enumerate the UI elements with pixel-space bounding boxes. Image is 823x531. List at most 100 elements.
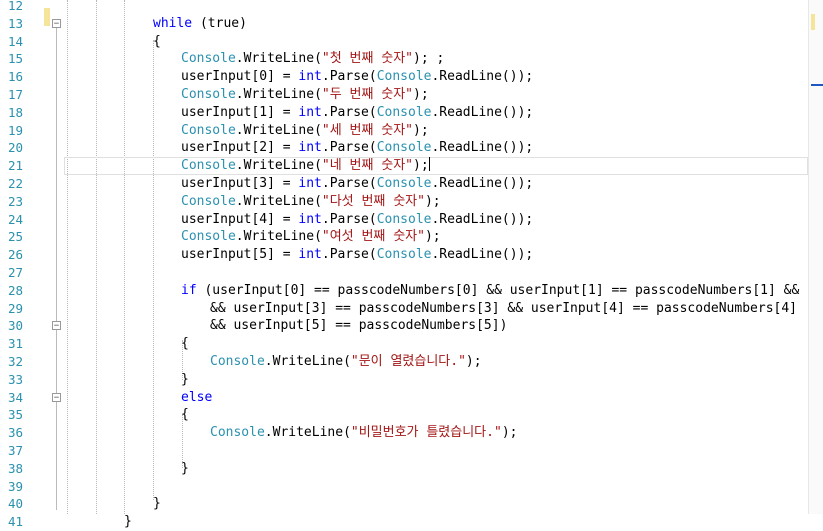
code-token: { bbox=[181, 336, 189, 352]
code-line[interactable]: 36 Console.WriteLine("비밀번호가 틀렸습니다."); bbox=[0, 424, 808, 442]
code-token: ); ; bbox=[413, 51, 445, 67]
type-token: Console bbox=[181, 229, 236, 245]
code-text[interactable]: { bbox=[181, 406, 189, 424]
code-text[interactable]: } bbox=[153, 495, 161, 513]
code-token: .Parse( bbox=[321, 69, 377, 85]
code-text[interactable]: && userInput[5] == passcodeNumbers[5]) bbox=[210, 317, 507, 335]
code-line[interactable]: 28 if (userInput[0] == passcodeNumbers[0]… bbox=[0, 282, 823, 300]
code-line[interactable]: 41} bbox=[0, 513, 808, 531]
code-line[interactable]: 16 userInput[0] = int.Parse(Console.ReadL… bbox=[0, 68, 808, 86]
line-number: 17 bbox=[7, 87, 23, 102]
code-text[interactable]: Console.WriteLine("비밀번호가 틀렸습니다."); bbox=[210, 424, 517, 442]
code-text[interactable]: Console.WriteLine("네 번째 숫자"); bbox=[181, 157, 430, 175]
code-text[interactable]: Console.WriteLine("세 번째 숫자"); bbox=[181, 122, 429, 140]
line-number: 23 bbox=[7, 193, 23, 209]
code-token: .WriteLine( bbox=[264, 425, 351, 441]
code-text[interactable]: { bbox=[153, 33, 161, 51]
collapse-toggle-icon[interactable]: − bbox=[52, 18, 61, 28]
keyword-token: int bbox=[298, 247, 322, 263]
type-token: Console bbox=[181, 193, 236, 209]
line-number: 30 bbox=[7, 318, 23, 334]
code-token: && userInput[5] == passcodeNumbers[5]) bbox=[210, 318, 508, 334]
code-line[interactable]: 21 Console.WriteLine("네 번째 숫자"); bbox=[0, 157, 808, 176]
code-text[interactable]: if (userInput[0] == passcodeNumbers[0] &… bbox=[181, 282, 823, 300]
code-text[interactable]: Console.WriteLine("다섯 번째 숫자"); bbox=[181, 193, 441, 211]
line-number: 15 bbox=[7, 51, 23, 67]
code-line[interactable]: 24 userInput[4] = int.Parse(Console.ReadL… bbox=[0, 211, 808, 229]
code-token: (userInput[0] == passcodeNumbers[0] && u… bbox=[196, 282, 823, 298]
code-text[interactable]: Console.WriteLine("두 번째 숫자"); bbox=[181, 86, 429, 104]
code-editor[interactable]: 12 13− while (true) 14{15 Console.WriteLine(… bbox=[0, 0, 823, 529]
code-line[interactable]: 30 − && userInput[5] == passcodeNumbers[5]… bbox=[0, 317, 808, 335]
code-line[interactable]: 15 Console.WriteLine("첫 번째 숫자"); ; bbox=[0, 50, 808, 68]
code-line[interactable]: 22 userInput[3] = int.Parse(Console.ReadL… bbox=[0, 175, 808, 193]
code-line[interactable]: 14 { bbox=[0, 33, 808, 51]
collapse-toggle-icon[interactable]: − bbox=[52, 392, 61, 402]
code-line[interactable]: 17 Console.WriteLine("두 번째 숫자"); bbox=[0, 86, 808, 104]
string-token: "첫 번째 숫자" bbox=[321, 51, 413, 67]
code-text[interactable]: userInput[1] = int.Parse(Console.ReadLin… bbox=[181, 104, 533, 122]
collapse-toggle-icon[interactable]: − bbox=[52, 321, 61, 331]
type-token: Console bbox=[376, 176, 432, 191]
vertical-scrollbar[interactable] bbox=[808, 0, 823, 514]
code-line[interactable]: 32 Console.WriteLine("문이 열렸습니다."); bbox=[0, 353, 808, 371]
code-text[interactable]: userInput[4] = int.Parse(Console.ReadLin… bbox=[181, 211, 533, 229]
text-caret bbox=[428, 157, 430, 172]
code-line[interactable]: 12 bbox=[0, 0, 808, 15]
line-number: 29 bbox=[7, 300, 23, 316]
line-number: 40 bbox=[7, 496, 23, 512]
code-line[interactable]: 20 userInput[2] = int.Parse(Console.ReadL… bbox=[0, 139, 808, 157]
code-text[interactable]: } bbox=[181, 371, 189, 389]
code-token: ); bbox=[413, 158, 429, 174]
code-token: userInput[4] = bbox=[181, 211, 299, 227]
code-line[interactable]: 31 { bbox=[0, 335, 808, 353]
code-text[interactable]: while (true) bbox=[153, 15, 247, 33]
code-text[interactable]: userInput[3] = int.Parse(Console.ReadLin… bbox=[181, 175, 533, 193]
code-line[interactable]: 33} bbox=[0, 371, 808, 389]
code-line[interactable]: 26 userInput[5] = int.Parse(Console.ReadL… bbox=[0, 246, 808, 264]
string-token: "두 번째 숫자" bbox=[321, 87, 413, 102]
type-token: Console bbox=[181, 122, 236, 138]
code-text[interactable]: } bbox=[181, 460, 189, 478]
code-line[interactable]: 19 Console.WriteLine("세 번째 숫자"); bbox=[0, 122, 808, 140]
code-text[interactable]: userInput[5] = int.Parse(Console.ReadLin… bbox=[181, 246, 533, 264]
code-line[interactable]: 34 − else bbox=[0, 389, 808, 407]
code-line[interactable]: 29 && userInput[3] == passcodeNumbers[3] … bbox=[0, 300, 808, 318]
type-token: Console bbox=[376, 69, 432, 85]
line-number: 37 bbox=[7, 443, 23, 458]
code-token: { bbox=[181, 407, 189, 423]
code-text[interactable]: && userInput[3] == passcodeNumbers[3] &&… bbox=[210, 300, 797, 318]
code-text[interactable]: } bbox=[124, 513, 132, 531]
code-line[interactable]: 23 Console.WriteLine("다섯 번째 숫자"); bbox=[0, 193, 808, 211]
code-token: && userInput[3] == passcodeNumbers[3] &&… bbox=[210, 300, 797, 316]
code-token: } bbox=[124, 514, 132, 530]
line-number: 35 bbox=[7, 407, 23, 423]
line-number: 19 bbox=[7, 122, 23, 138]
code-text[interactable]: userInput[2] = int.Parse(Console.ReadLin… bbox=[181, 139, 533, 157]
code-text[interactable]: Console.WriteLine("문이 열렸습니다."); bbox=[210, 353, 482, 371]
code-line[interactable]: 35 { bbox=[0, 406, 808, 424]
code-line[interactable]: 25 Console.WriteLine("여섯 번째 숫자"); bbox=[0, 228, 808, 246]
code-text[interactable]: userInput[0] = int.Parse(Console.ReadLin… bbox=[181, 68, 533, 86]
code-line[interactable]: 39 bbox=[0, 478, 808, 496]
line-number: 21 bbox=[7, 158, 23, 174]
line-number: 27 bbox=[7, 265, 23, 280]
code-token: ); bbox=[413, 87, 429, 102]
keyword-token: if bbox=[181, 282, 197, 298]
code-text[interactable]: else bbox=[181, 389, 212, 407]
type-token: Console bbox=[181, 158, 236, 174]
code-token: .WriteLine( bbox=[235, 229, 322, 245]
code-line[interactable]: 13 − while (true) bbox=[0, 15, 808, 33]
code-text[interactable]: Console.WriteLine("여섯 번째 숫자"); bbox=[181, 228, 441, 246]
line-number: 34 bbox=[7, 389, 23, 405]
code-text[interactable]: { bbox=[181, 335, 189, 353]
code-line[interactable]: 40} bbox=[0, 495, 808, 513]
code-line[interactable]: 38} bbox=[0, 460, 808, 478]
code-token: .ReadLine()); bbox=[431, 247, 534, 263]
code-line[interactable]: 27 bbox=[0, 264, 808, 282]
keyword-token: int bbox=[298, 211, 322, 227]
code-text[interactable]: Console.WriteLine("첫 번째 숫자"); ; bbox=[181, 50, 444, 68]
type-token: Console bbox=[210, 354, 265, 369]
code-line[interactable]: 18 userInput[1] = int.Parse(Console.ReadL… bbox=[0, 104, 808, 122]
code-line[interactable]: 37 bbox=[0, 442, 808, 460]
